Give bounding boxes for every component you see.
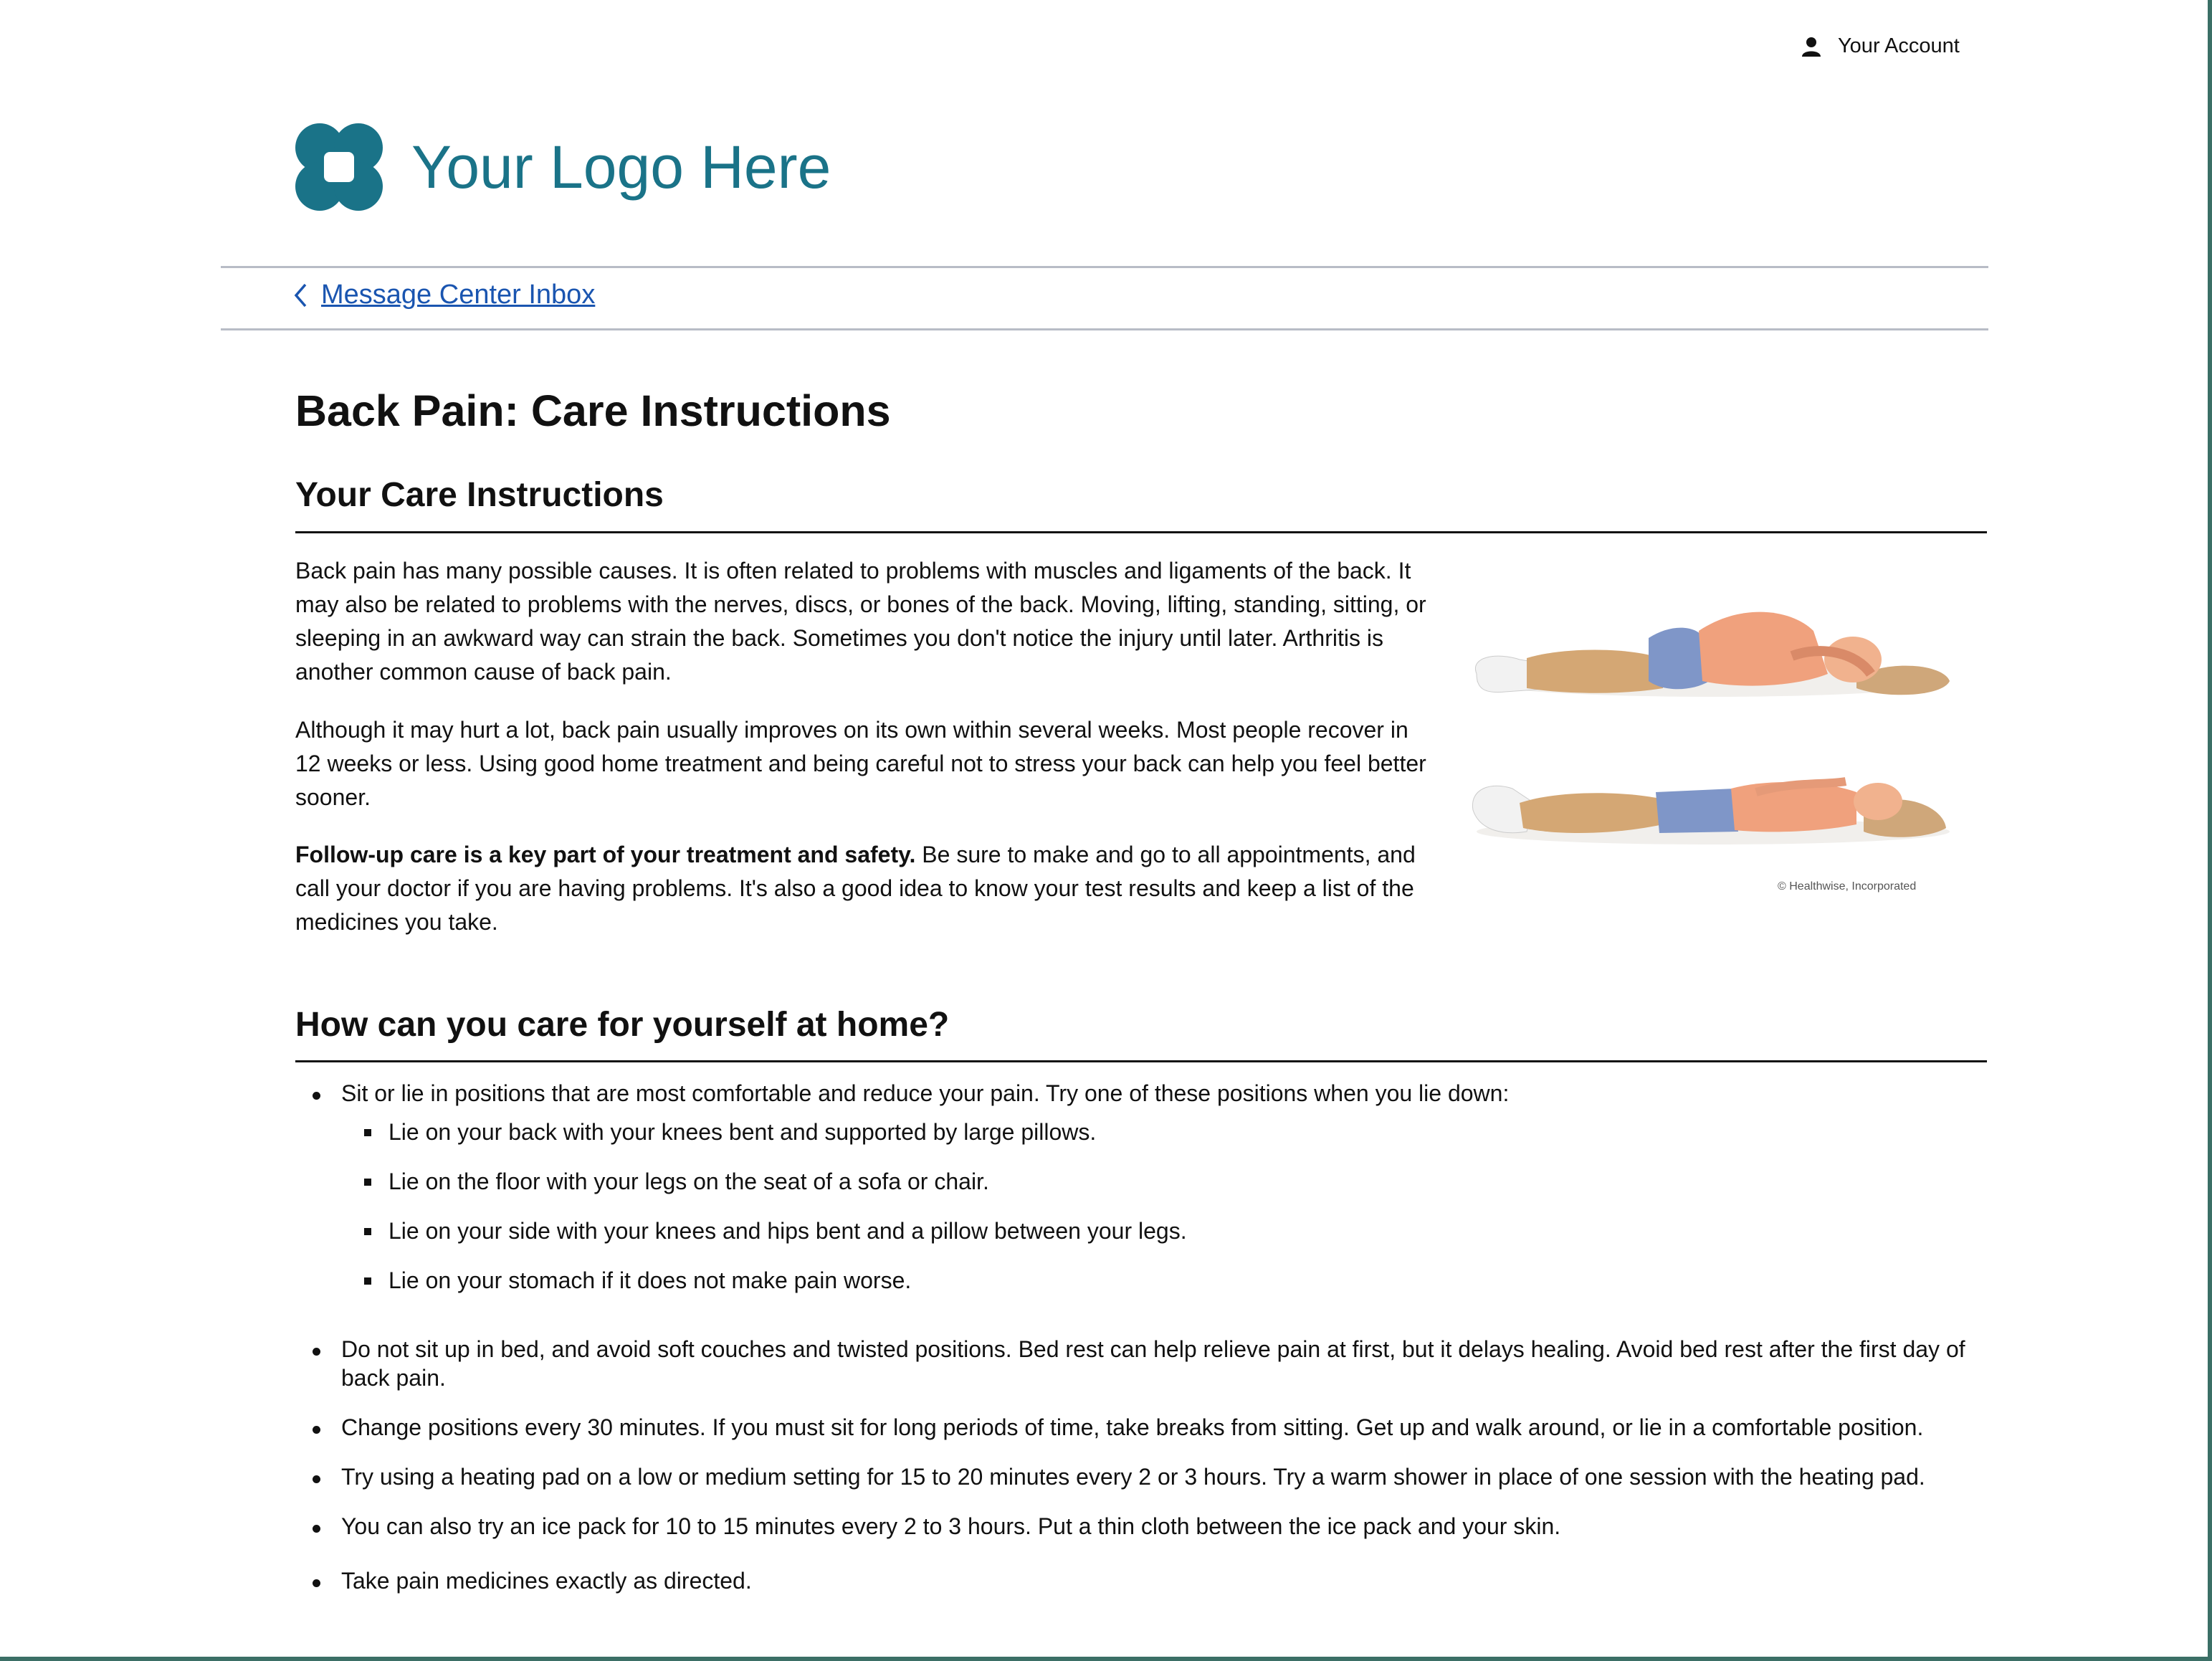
logo-text: Your Logo Here (411, 133, 831, 201)
home-care-list: Sit or lie in positions that are most co… (295, 1079, 2018, 1595)
user-icon (1802, 37, 1821, 57)
list-item: Do not sit up in bed, and avoid soft cou… (313, 1335, 2018, 1392)
list-item: You can also try an ice pack for 10 to 1… (313, 1512, 2018, 1541)
message-center-inbox-link[interactable]: Message Center Inbox (321, 280, 595, 310)
sleeping-positions-illustration (1472, 611, 1950, 844)
window-frame-right (2208, 0, 2212, 1661)
list-item-text: Sit or lie in positions that are most co… (341, 1080, 1510, 1106)
chevron-left-icon (294, 283, 307, 307)
sub-list-item: Lie on your side with your knees and hip… (364, 1217, 2018, 1245)
sub-list-item: Lie on your stomach if it does not make … (364, 1266, 2018, 1295)
logo[interactable]: Your Logo Here (294, 122, 831, 212)
window-frame-bottom (0, 1657, 2212, 1661)
account-label: Your Account (1838, 34, 1960, 57)
followup-bold: Follow-up care is a key part of your tre… (295, 842, 916, 867)
positions-sublist: Lie on your back with your knees bent an… (341, 1118, 2018, 1295)
section-heading-care-instructions: Your Care Instructions (295, 476, 664, 514)
paragraph-followup: Follow-up care is a key part of your tre… (295, 838, 1435, 939)
image-credit: © Healthwise, Incorporated (1778, 880, 1917, 893)
sub-list-item: Lie on the floor with your legs on the s… (364, 1167, 2018, 1196)
account-link[interactable]: Your Account (1801, 34, 1960, 58)
nav-rule-top (221, 266, 1988, 268)
section-heading-home-care: How can you care for yourself at home? (295, 1006, 950, 1044)
paragraph-recovery: Although it may hurt a lot, back pain us… (295, 717, 1426, 810)
section-rule (295, 1060, 1987, 1062)
list-item: Take pain medicines exactly as directed. (313, 1566, 2018, 1595)
logo-mark-icon (295, 123, 383, 211)
list-item: Try using a heating pad on a low or medi… (313, 1462, 2018, 1491)
nav-rule-bottom (221, 328, 1988, 330)
section-rule (295, 531, 1987, 533)
back-link[interactable]: Message Center Inbox (292, 280, 595, 310)
list-item: Sit or lie in positions that are most co… (313, 1079, 2018, 1295)
page-title: Back Pain: Care Instructions (295, 386, 891, 435)
paragraph-causes: Back pain has many possible causes. It i… (295, 558, 1426, 685)
sub-list-item: Lie on your back with your knees bent an… (364, 1118, 2018, 1146)
list-item: Change positions every 30 minutes. If yo… (313, 1413, 2018, 1442)
